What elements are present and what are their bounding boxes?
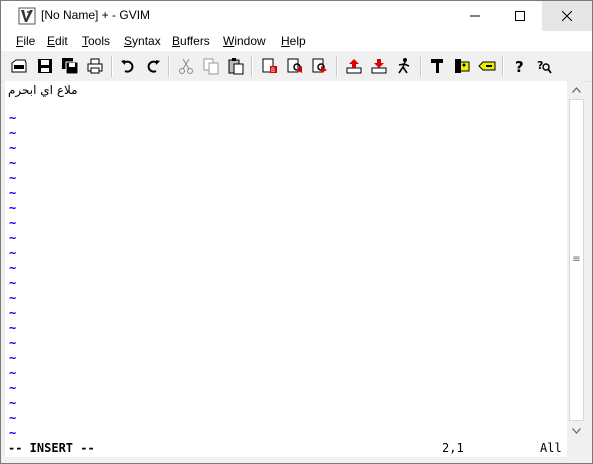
scroll-down-button[interactable] xyxy=(568,422,585,439)
open-icon[interactable] xyxy=(9,56,29,76)
tilde-marker: ~ xyxy=(9,411,17,425)
chevron-down-icon xyxy=(572,427,581,434)
menu-edit[interactable]: Edit xyxy=(47,34,68,48)
menu-bar: File Edit Tools Syntax Buffers Window He… xyxy=(1,31,592,51)
find-next-icon[interactable] xyxy=(285,56,305,76)
save-all-icon[interactable] xyxy=(60,56,80,76)
tilde-marker: ~ xyxy=(9,291,17,305)
copy-icon[interactable] xyxy=(201,56,221,76)
menu-tools[interactable]: Tools xyxy=(82,34,110,48)
tilde-marker: ~ xyxy=(9,261,17,275)
tilde-marker: ~ xyxy=(9,306,17,320)
tilde-marker: ~ xyxy=(9,201,17,215)
minimize-button[interactable] xyxy=(451,1,498,31)
svg-text:B: B xyxy=(271,67,275,74)
minimize-icon xyxy=(469,15,480,17)
save-session-icon[interactable] xyxy=(369,56,389,76)
close-icon xyxy=(562,11,572,21)
tilde-marker: ~ xyxy=(9,111,17,125)
status-line: -- INSERT -- 2,1 All xyxy=(5,439,567,457)
help-icon[interactable]: ? xyxy=(509,56,529,76)
find-help-icon[interactable]: ? xyxy=(534,56,554,76)
ctags-icon[interactable] xyxy=(477,56,497,76)
tilde-marker: ~ xyxy=(9,276,17,290)
toolbar: B ? ? xyxy=(1,51,592,82)
shell-icon[interactable] xyxy=(452,56,472,76)
tilde-marker: ~ xyxy=(9,336,17,350)
tilde-marker: ~ xyxy=(9,171,17,185)
editor-area[interactable]: ملاع اي ابحرم ~ ~ ~ ~ ~ ~ ~ ~ ~ ~ ~ ~ ~ … xyxy=(5,81,567,440)
menu-file[interactable]: File xyxy=(16,34,35,48)
tilde-marker: ~ xyxy=(9,126,17,140)
tilde-marker: ~ xyxy=(9,351,17,365)
menu-syntax[interactable]: Syntax xyxy=(124,34,161,48)
tilde-marker: ~ xyxy=(9,216,17,230)
menu-window[interactable]: Window xyxy=(223,34,266,48)
find-prev-icon[interactable] xyxy=(310,56,330,76)
svg-text:?: ? xyxy=(537,59,543,72)
save-icon[interactable] xyxy=(35,56,55,76)
tilde-marker: ~ xyxy=(9,231,17,245)
cursor-position: 2,1 xyxy=(442,441,464,455)
run-script-icon[interactable] xyxy=(394,56,414,76)
chevron-up-icon xyxy=(572,86,581,93)
window-title: [No Name] + - GVIM xyxy=(41,8,151,22)
scroll-thumb[interactable]: ≡ xyxy=(569,99,584,421)
tilde-marker: ~ xyxy=(9,246,17,260)
tilde-marker: ~ xyxy=(9,396,17,410)
cut-icon[interactable] xyxy=(176,56,196,76)
tilde-marker: ~ xyxy=(9,141,17,155)
maximize-button[interactable] xyxy=(496,1,543,31)
menu-buffers[interactable]: Buffers xyxy=(172,34,210,48)
gvim-icon[interactable] xyxy=(18,7,36,25)
tilde-marker: ~ xyxy=(9,381,17,395)
tilde-marker: ~ xyxy=(9,186,17,200)
redo-icon[interactable] xyxy=(143,56,163,76)
scroll-up-button[interactable] xyxy=(568,81,585,98)
menu-help[interactable]: Help xyxy=(281,34,306,48)
paste-icon[interactable] xyxy=(226,56,246,76)
tilde-marker: ~ xyxy=(9,156,17,170)
close-button[interactable] xyxy=(542,1,592,31)
mode-indicator: -- INSERT -- xyxy=(8,441,95,455)
tilde-marker: ~ xyxy=(9,321,17,335)
load-session-icon[interactable] xyxy=(344,56,364,76)
scroll-position: All xyxy=(540,441,562,455)
grip-icon: ≡ xyxy=(572,254,581,265)
maximize-icon xyxy=(514,11,525,21)
gvim-window: [No Name] + - GVIM File Edit Tools Synta… xyxy=(0,0,593,464)
svg-text:?: ? xyxy=(515,58,524,75)
text-line-1: ملاع اي ابحرم xyxy=(8,83,78,97)
vertical-scrollbar[interactable]: ≡ xyxy=(568,81,585,439)
tilde-marker: ~ xyxy=(9,366,17,380)
print-icon[interactable] xyxy=(85,56,105,76)
title-bar[interactable]: [No Name] + - GVIM xyxy=(1,1,592,31)
undo-icon[interactable] xyxy=(118,56,138,76)
make-icon[interactable] xyxy=(427,56,447,76)
replace-icon[interactable]: B xyxy=(260,56,280,76)
